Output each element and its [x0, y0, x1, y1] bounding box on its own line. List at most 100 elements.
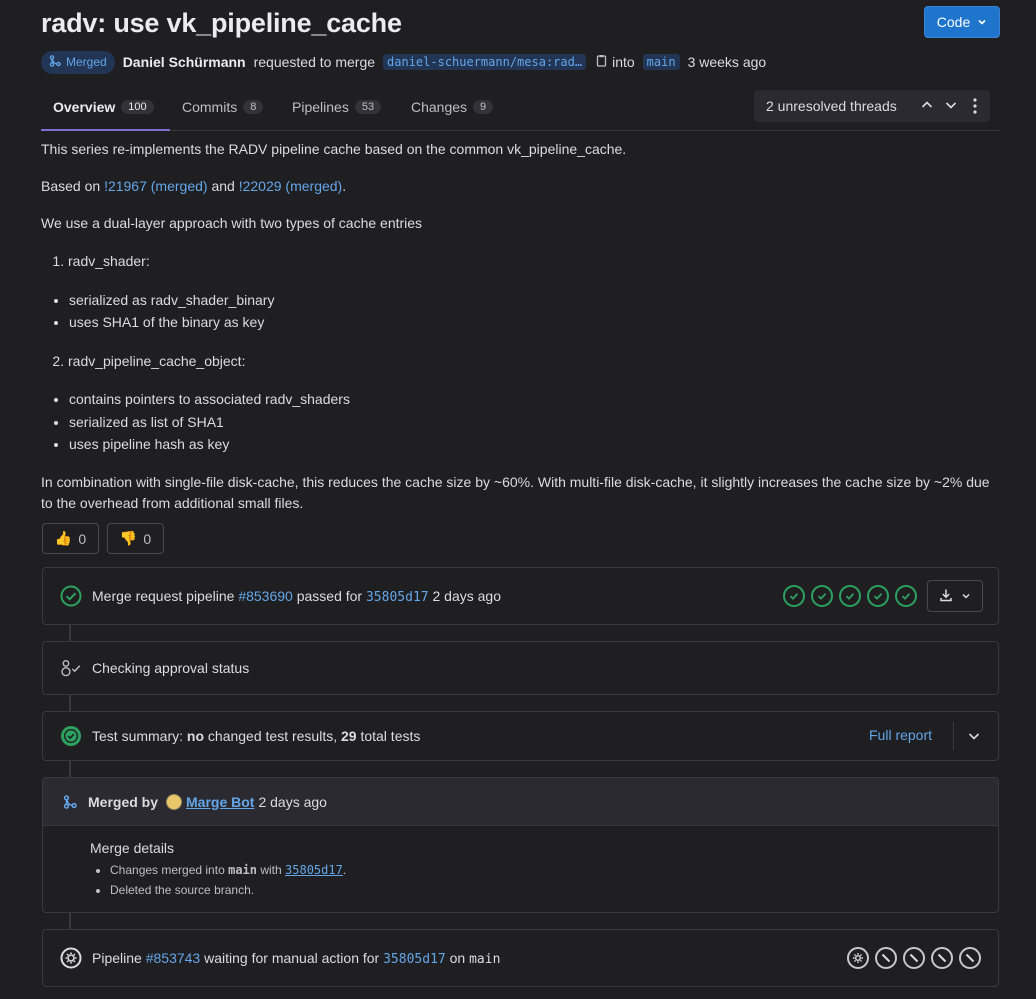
- merge-user-link[interactable]: Marge Bot: [186, 794, 254, 810]
- avatar[interactable]: [166, 793, 183, 810]
- description-paragraph: We use a dual-layer approach with two ty…: [41, 215, 423, 231]
- pipeline-text: Merge request pipeline #853690 passed fo…: [92, 588, 501, 605]
- thumbs-up-button[interactable]: 👍 0: [42, 523, 99, 554]
- text: and: [211, 178, 235, 194]
- stage-passed-icon[interactable]: [867, 585, 889, 607]
- stage-skipped-icon[interactable]: [903, 947, 925, 969]
- status-badge-label: Merged: [66, 55, 107, 69]
- thumbs-down-icon: 👎: [119, 530, 138, 546]
- stage-passed-icon[interactable]: [839, 585, 861, 607]
- tab-overview[interactable]: Overview 100: [41, 84, 170, 131]
- text: on: [449, 949, 466, 966]
- list-item: radv_pipeline_cache_object:: [68, 350, 996, 373]
- stage-skipped-icon[interactable]: [959, 947, 981, 969]
- code-button-label: Code: [936, 14, 971, 30]
- test-summary-widget: Test summary: no changed test results, 2…: [42, 711, 999, 761]
- stage-passed-icon[interactable]: [811, 585, 833, 607]
- stage-passed-icon[interactable]: [783, 585, 805, 607]
- chevron-down-icon[interactable]: [967, 729, 981, 746]
- description-paragraph: In combination with single-file disk-cac…: [41, 473, 990, 511]
- merged-time: 2 days ago: [258, 793, 327, 810]
- list-item: uses pipeline hash as key: [69, 433, 996, 456]
- reactions: 👍 0 👎 0: [42, 523, 164, 554]
- tab-pipelines[interactable]: Pipelines 53: [292, 84, 382, 130]
- test-summary-text: Test summary: no changed test results, 2…: [92, 728, 420, 744]
- thumbs-up-icon: 👍: [54, 530, 73, 546]
- merged-widget: Merged by Marge Bot 2 days ago Merge det…: [42, 777, 999, 913]
- unresolved-threads-label[interactable]: 2 unresolved threads: [766, 98, 897, 114]
- description-paragraph: This series re-implements the RADV pipel…: [41, 141, 627, 157]
- commit-link[interactable]: 35805d17: [383, 952, 446, 967]
- merged-pipeline-widget: Pipeline #853743 waiting for manual acti…: [42, 929, 999, 987]
- pipeline-link[interactable]: #853690: [238, 588, 293, 604]
- more-actions-icon[interactable]: [972, 97, 978, 118]
- thumbs-down-button[interactable]: 👎 0: [107, 523, 164, 554]
- tab-commits[interactable]: Commits 8: [182, 84, 264, 130]
- text: no: [186, 728, 205, 744]
- stage-skipped-icon[interactable]: [931, 947, 953, 969]
- tab-label: Commits: [182, 99, 238, 115]
- text: 2 days ago: [432, 587, 502, 604]
- merge-details-title: Merge details: [90, 840, 175, 856]
- list-item: Changes merged into main with 35805d17.: [110, 860, 998, 880]
- list-item: contains pointers to associated radv_sha…: [69, 388, 996, 411]
- status-manual-icon[interactable]: [60, 947, 82, 969]
- chevron-up-icon[interactable]: [920, 98, 934, 115]
- pipeline-stages: [847, 947, 981, 969]
- merge-request-meta: Merged Daniel Schürmann requested to mer…: [41, 50, 766, 74]
- stage-skipped-icon[interactable]: [875, 947, 897, 969]
- chevron-down-icon[interactable]: [944, 98, 958, 115]
- list-item: radv_shader:: [68, 250, 996, 273]
- commit-link[interactable]: 35805d17: [285, 863, 343, 877]
- mr-description: This series re-implements the RADV pipel…: [41, 139, 996, 530]
- commit-link[interactable]: 35805d17: [366, 590, 429, 605]
- stage-passed-icon[interactable]: [895, 585, 917, 607]
- tab-changes[interactable]: Changes 9: [411, 84, 494, 130]
- branch-name: main: [469, 951, 501, 967]
- text: waiting for manual action for: [204, 949, 380, 966]
- tab-label: Overview: [53, 98, 116, 115]
- merge-details-list: Changes merged into main with 35805d17. …: [110, 860, 998, 900]
- full-report-link[interactable]: Full report: [869, 727, 932, 743]
- list-item: Deleted the source branch.: [110, 880, 998, 900]
- tab-count: 100: [121, 99, 154, 114]
- tab-label: Pipelines: [292, 99, 349, 115]
- text: .: [342, 178, 347, 194]
- text: Pipeline: [92, 949, 142, 966]
- tab-count: 53: [354, 100, 382, 114]
- copy-icon[interactable]: [594, 54, 608, 71]
- list-item: serialized as radv_shader_binary: [69, 289, 996, 312]
- text: total tests: [360, 728, 421, 744]
- status-success-filled-icon: [60, 725, 82, 747]
- source-branch[interactable]: daniel-schuermann/mesa:rad…: [383, 54, 587, 70]
- merged-by-label: Merged by: [88, 793, 159, 810]
- text: with: [260, 863, 282, 877]
- tab-count: 8: [243, 100, 264, 114]
- pipeline-text: Pipeline #853743 waiting for manual acti…: [92, 950, 500, 967]
- download-artifacts-button[interactable]: [927, 580, 983, 612]
- mr-pipeline-widget: Merge request pipeline #853690 passed fo…: [42, 567, 999, 625]
- timeline-connector: [69, 624, 71, 642]
- status-success-icon[interactable]: [60, 585, 82, 607]
- author-link[interactable]: Daniel Schürmann: [123, 54, 246, 70]
- list-item: uses SHA1 of the binary as key: [69, 311, 996, 334]
- code-dropdown-button[interactable]: Code: [924, 6, 1000, 38]
- unresolved-threads-bar: 2 unresolved threads: [754, 90, 990, 122]
- tab-count: 9: [473, 100, 494, 114]
- page-title: radv: use vk_pipeline_cache: [41, 8, 402, 38]
- merge-icon: [49, 54, 61, 70]
- mr-link-21967[interactable]: !21967 (merged): [104, 178, 208, 194]
- stage-manual-icon[interactable]: [847, 947, 869, 969]
- thumbs-down-count: 0: [143, 530, 152, 547]
- merge-details: Merge details Changes merged into main w…: [43, 826, 998, 900]
- merge-icon: [60, 791, 80, 813]
- text: Changes merged into: [110, 863, 225, 877]
- status-badge: Merged: [41, 50, 115, 74]
- text: Merge request pipeline: [92, 587, 235, 604]
- mr-link-22029[interactable]: !22029 (merged): [239, 178, 343, 194]
- bullet-list: serialized as radv_shader_binary uses SH…: [69, 289, 996, 334]
- target-branch[interactable]: main: [642, 54, 680, 70]
- timeline-connector: [69, 694, 71, 712]
- text: Based on: [41, 178, 101, 194]
- pipeline-link[interactable]: #853743: [146, 950, 201, 966]
